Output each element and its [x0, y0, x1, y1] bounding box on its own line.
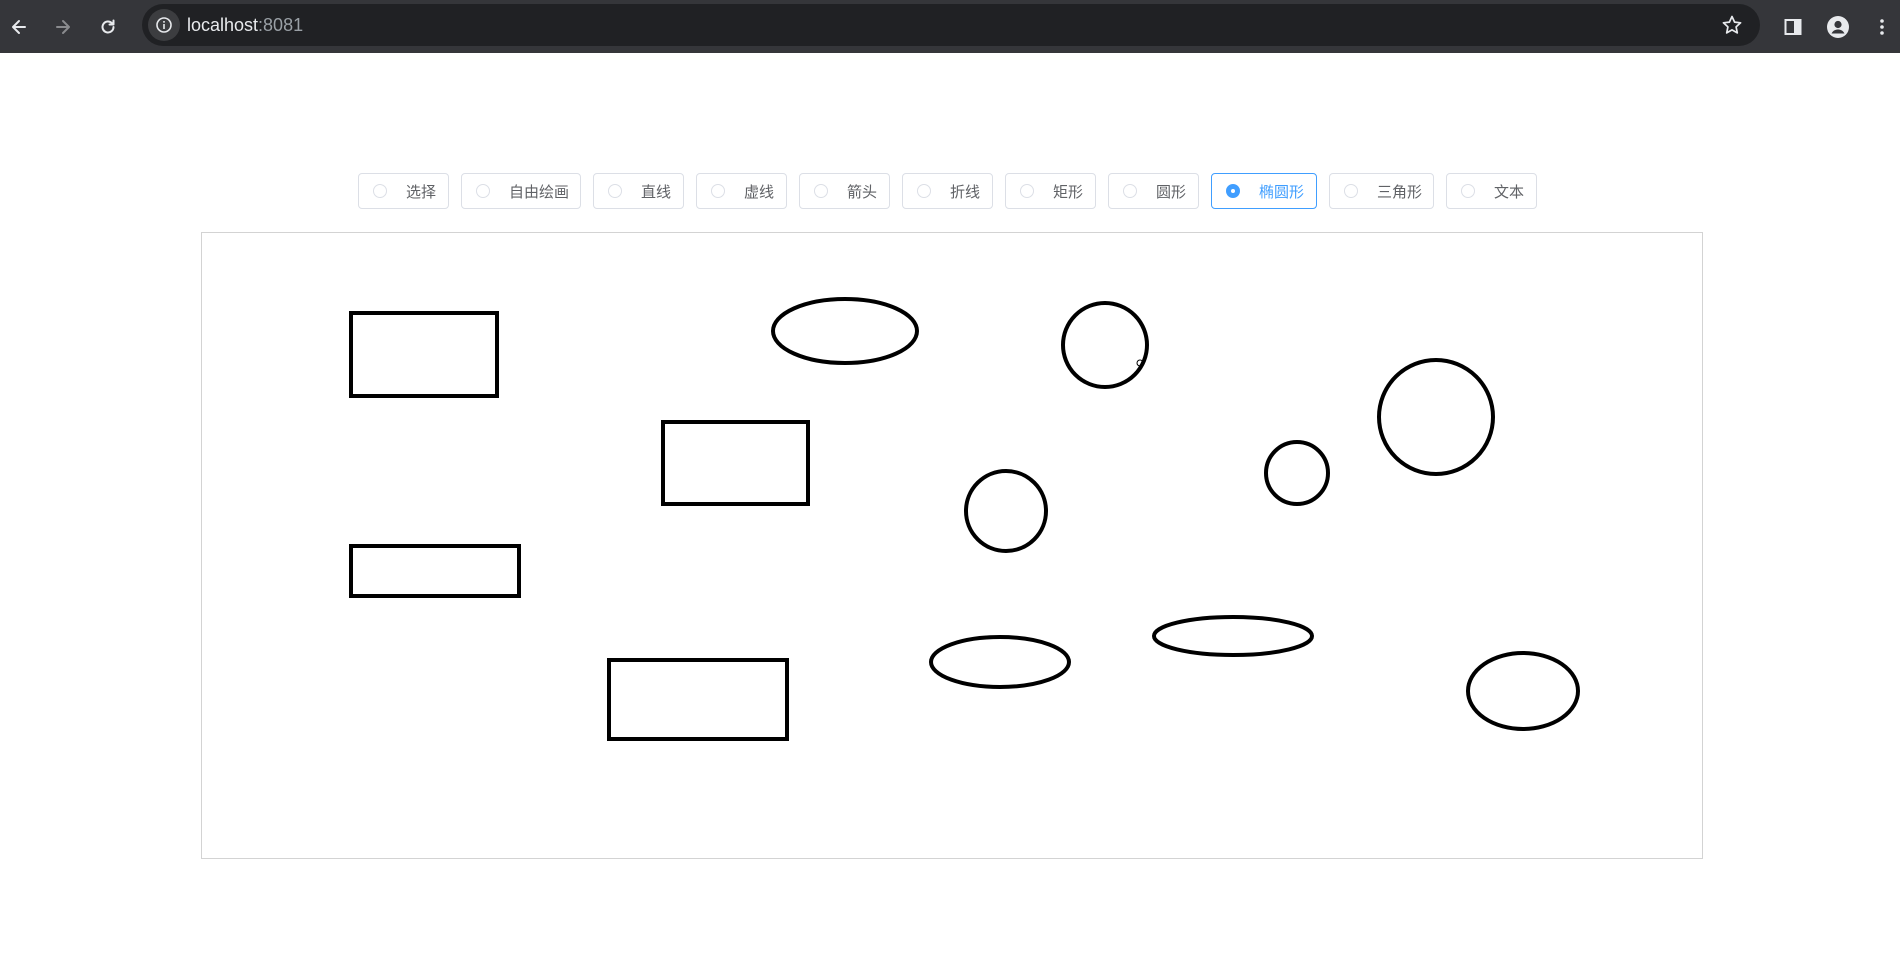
- reload-icon: [101, 19, 115, 34]
- tool-label: 圆形: [1156, 183, 1187, 201]
- circle-shape[interactable]: [1377, 358, 1495, 476]
- tool-circle[interactable]: 圆形: [1108, 173, 1199, 209]
- ellipse-shape[interactable]: [771, 297, 919, 365]
- ellipse-shape[interactable]: [1466, 651, 1580, 731]
- tool-label: 直线: [641, 183, 672, 201]
- radio-indicator: [1461, 184, 1475, 198]
- reload-button[interactable]: [90, 9, 126, 45]
- tool-label: 选择: [406, 183, 437, 201]
- tool-freehand[interactable]: 自由绘画: [461, 173, 581, 209]
- info-icon: [156, 17, 172, 33]
- radio-indicator: [608, 184, 622, 198]
- radio-indicator: [1344, 184, 1358, 198]
- profile-button[interactable]: [1820, 9, 1856, 45]
- drawing-tool-group: 选择 自由绘画 直线 虚线 箭头 折线 矩形 圆形 椭圆形 三角形 文本: [358, 173, 1537, 209]
- side-panel-icon: [1784, 19, 1802, 35]
- arrow-right-icon: [56, 20, 70, 34]
- browser-toolbar: localhost:8081: [0, 0, 1900, 53]
- address-bar[interactable]: localhost:8081: [142, 4, 1760, 46]
- tool-arrow[interactable]: 箭头: [799, 173, 890, 209]
- rectangle-shape[interactable]: [349, 311, 499, 398]
- drawing-canvas[interactable]: [201, 232, 1703, 859]
- tool-label: 矩形: [1053, 183, 1084, 201]
- tool-label: 折线: [950, 183, 981, 201]
- tool-rectangle[interactable]: 矩形: [1005, 173, 1096, 209]
- rectangle-shape[interactable]: [607, 658, 789, 741]
- radio-indicator: [373, 184, 387, 198]
- radio-indicator: [711, 184, 725, 198]
- back-button[interactable]: [1, 9, 37, 45]
- side-panel-button[interactable]: [1775, 9, 1811, 45]
- rectangle-shape[interactable]: [349, 544, 521, 598]
- tool-label: 三角形: [1377, 183, 1423, 201]
- tool-line[interactable]: 直线: [593, 173, 684, 209]
- radio-indicator: [476, 184, 490, 198]
- canvas-surface[interactable]: [202, 233, 1702, 858]
- tool-triangle[interactable]: 三角形: [1329, 173, 1434, 209]
- forward-button[interactable]: [45, 9, 81, 45]
- tool-label: 箭头: [847, 183, 878, 201]
- ellipse-shape[interactable]: [929, 635, 1071, 689]
- radio-indicator: [1020, 184, 1034, 198]
- rectangle-shape[interactable]: [661, 420, 810, 506]
- person-icon: [1827, 16, 1849, 38]
- tool-label: 自由绘画: [509, 183, 570, 201]
- ellipse-shape[interactable]: [1152, 615, 1314, 657]
- radio-indicator: [917, 184, 931, 198]
- circle-shape[interactable]: [1061, 301, 1149, 389]
- tool-dashed-line[interactable]: 虚线: [696, 173, 787, 209]
- tool-label: 虚线: [744, 183, 775, 201]
- tool-polyline[interactable]: 折线: [902, 173, 993, 209]
- kebab-menu-icon: [1880, 19, 1884, 35]
- circle-shape[interactable]: [1264, 440, 1330, 506]
- radio-indicator: [1226, 184, 1240, 198]
- url-host: localhost: [187, 15, 259, 35]
- tool-label: 椭圆形: [1259, 183, 1305, 201]
- star-icon: [1722, 15, 1742, 34]
- radio-indicator: [814, 184, 828, 198]
- url-text: localhost:8081: [187, 4, 303, 46]
- tool-text[interactable]: 文本: [1446, 173, 1537, 209]
- tool-ellipse[interactable]: 椭圆形: [1211, 173, 1317, 209]
- tool-select[interactable]: 选择: [358, 173, 449, 209]
- arrow-left-icon: [12, 20, 26, 34]
- site-info-button[interactable]: [148, 9, 180, 41]
- bookmark-button[interactable]: [1718, 11, 1746, 39]
- browser-menu-button[interactable]: [1864, 9, 1900, 45]
- url-port: :8081: [258, 15, 304, 35]
- radio-indicator: [1123, 184, 1137, 198]
- circle-shape[interactable]: [964, 469, 1048, 553]
- tool-label: 文本: [1494, 183, 1525, 201]
